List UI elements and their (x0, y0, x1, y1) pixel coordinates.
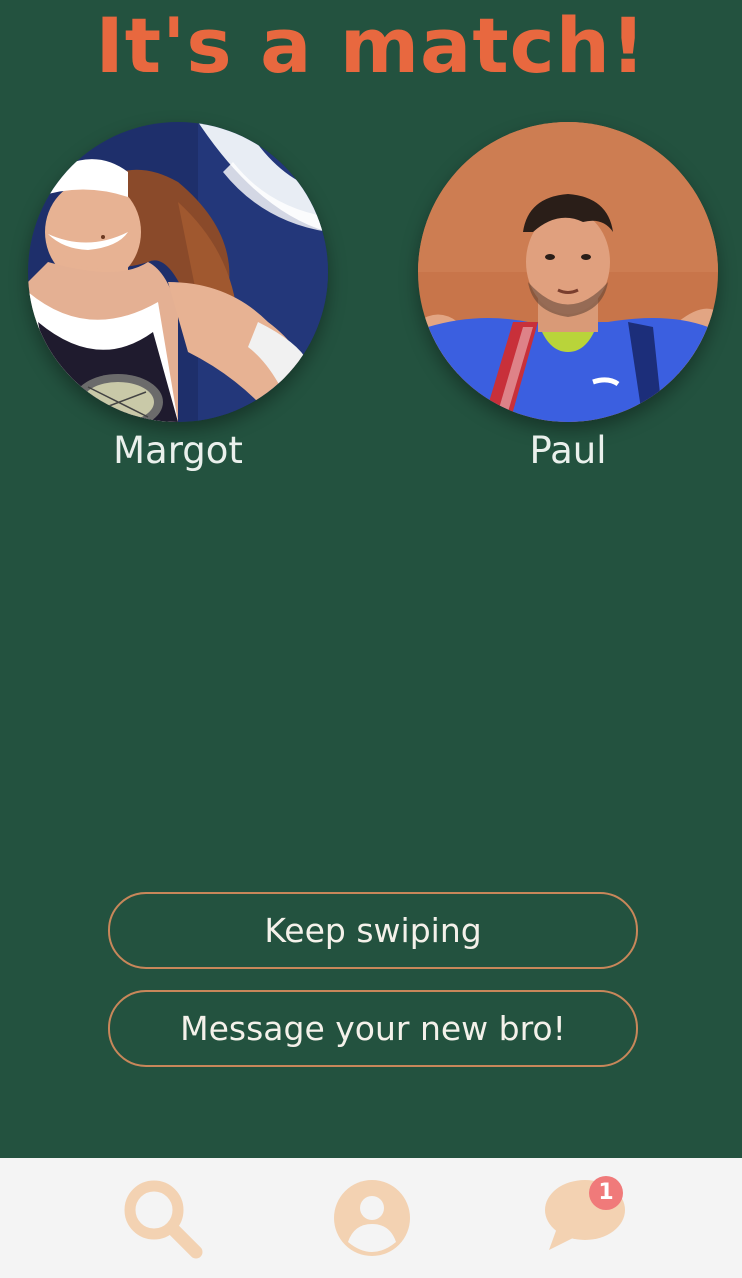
tab-chat[interactable] (532, 1158, 632, 1278)
man-tennis-player-photo (418, 122, 718, 422)
avatar-paul[interactable] (418, 122, 718, 422)
search-icon (124, 1180, 203, 1259)
bottom-tab-bar (0, 1158, 742, 1278)
profile-icon (334, 1180, 410, 1256)
match-screen: It's a match! Margot Paul Keep swiping M… (0, 0, 742, 1278)
profile-name-margot: Margot (113, 429, 243, 472)
message-new-bro-button[interactable]: Message your new bro! (108, 990, 638, 1067)
tab-profile[interactable] (322, 1158, 422, 1278)
keep-swiping-button[interactable]: Keep swiping (108, 892, 638, 969)
match-title: It's a match! (95, 1, 647, 90)
profile-name-paul: Paul (529, 429, 607, 472)
avatar-margot[interactable] (28, 122, 328, 422)
woman-tennis-player-photo (28, 122, 328, 422)
tab-search[interactable] (112, 1158, 212, 1278)
chat-notification-badge: 1 (589, 1176, 623, 1210)
